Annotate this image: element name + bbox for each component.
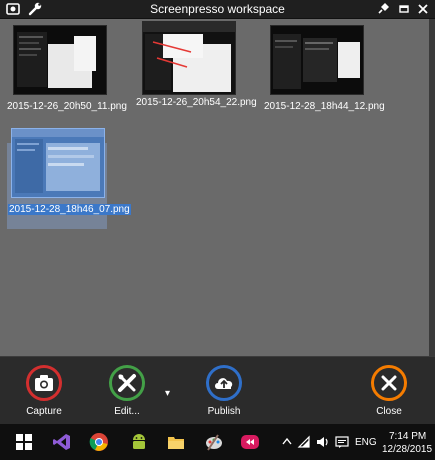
edit-label: Edit... [114,406,140,417]
screenpresso-icon[interactable] [240,432,260,452]
volume-icon[interactable] [316,435,330,449]
title-bar: Screenpresso workspace [0,0,435,19]
action-bar: Capture Edit... ▾ Publish Close [0,356,435,425]
close-circle [371,365,407,401]
restore-icon[interactable] [396,1,412,17]
thumbnail-image [270,25,364,95]
paint-icon[interactable] [204,432,224,452]
chevron-up-icon[interactable] [282,437,292,445]
action-center-icon[interactable] [335,435,349,449]
thumbnail-filename: 2015-12-28_18h46_07.png [8,204,131,215]
edit-dropdown-arrow[interactable]: ▾ [165,388,170,399]
chrome-icon[interactable] [89,432,109,452]
capture-label: Capture [26,406,62,417]
publish-circle [206,365,242,401]
language-indicator[interactable]: ENG [355,437,377,448]
visual-studio-icon[interactable] [52,432,72,452]
cloud-upload-icon [215,378,233,389]
thumbnail-image [142,21,236,95]
thumbnail-image [11,128,105,198]
close-x-icon [381,375,397,391]
window-title: Screenpresso workspace [150,2,285,16]
capture-circle [26,365,62,401]
clock-time[interactable]: 7:14 PM [389,431,426,442]
publish-button[interactable]: Publish [194,365,254,417]
thumbnail-workspace[interactable]: 2015-12-26_20h50_11.png 2015-12-26_20h54… [0,19,429,356]
wifi-icon[interactable] [297,435,311,449]
windows-taskbar: ENG 7:14 PM 12/28/2015 [0,424,435,460]
edit-tools-icon [118,374,136,392]
thumbnail-filename: 2015-12-26_20h50_11.png [7,101,127,112]
capture-button[interactable]: Capture [14,365,74,417]
right-edge [429,19,435,356]
android-icon[interactable] [129,432,149,452]
camera-icon [35,375,53,391]
file-explorer-icon[interactable] [166,432,186,452]
edit-circle [109,365,145,401]
close-button[interactable]: Close [359,365,419,417]
close-window-icon[interactable] [415,1,431,17]
thumbnail-filename: 2015-12-26_20h54_22.png [136,97,257,108]
publish-label: Publish [207,406,241,417]
pin-icon[interactable] [375,1,391,17]
thumbnail-image [13,25,107,95]
windows-start-icon[interactable] [14,432,34,452]
edit-button[interactable]: Edit... [97,365,157,417]
close-label: Close [376,406,402,417]
thumbnail-filename: 2015-12-28_18h44_12.png [264,101,385,112]
clock-date[interactable]: 12/28/2015 [382,444,432,455]
